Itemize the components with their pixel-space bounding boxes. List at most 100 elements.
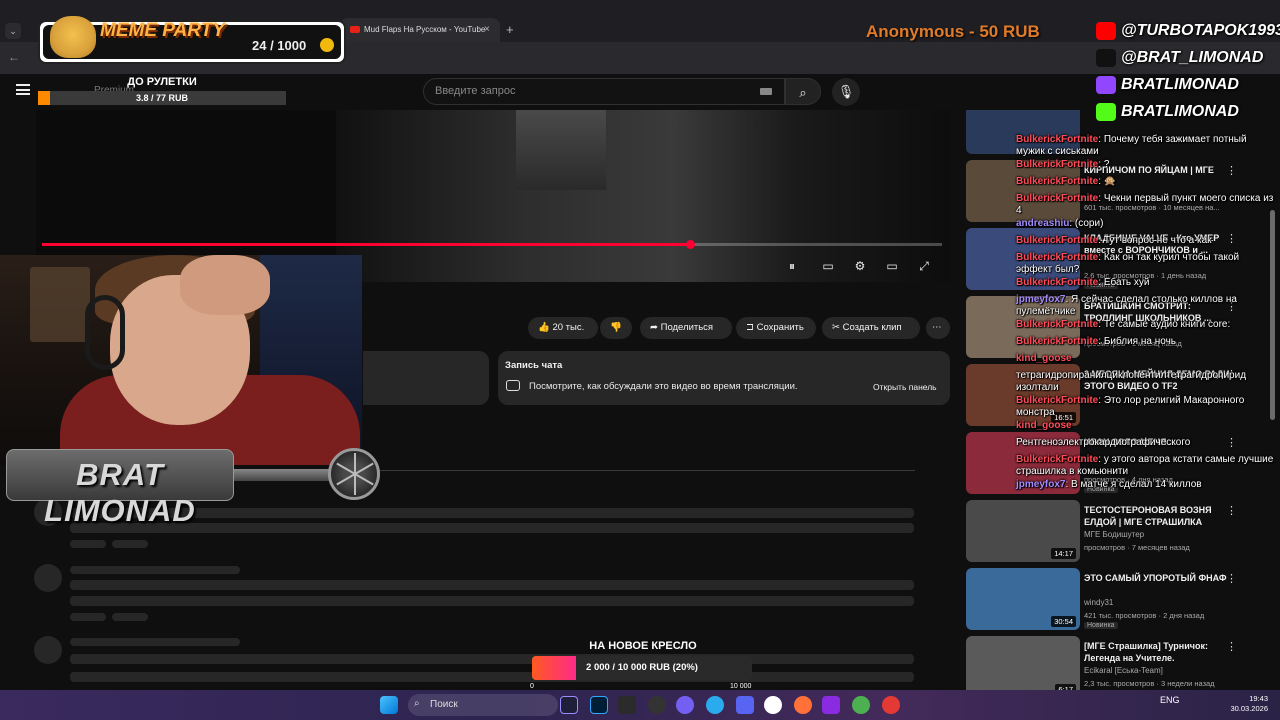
chat-message: BulkerickFortnite: Это лор религий Макар… <box>1016 395 1278 419</box>
meme-party-count: 24 / 1000 <box>252 38 307 53</box>
social-handle-label: BRATLIMONAD <box>1121 103 1239 121</box>
search-button[interactable]: ⌕ <box>785 78 821 105</box>
keyboard-icon[interactable] <box>760 88 772 95</box>
autoplay-toggle-icon[interactable]: ⏸ <box>783 258 801 274</box>
social-handle: @BRAT_LIMONAD <box>1096 49 1263 71</box>
channel-name[interactable]: windy31 <box>1084 598 1113 607</box>
video-thumbnail[interactable]: 6:17 <box>966 636 1080 690</box>
voice-search-button[interactable]: 🎙 <box>832 78 860 106</box>
tab-close-icon[interactable]: × <box>484 24 490 35</box>
open-chat-panel-button[interactable]: Открыть панель <box>873 382 937 392</box>
system-clock[interactable]: 19:43 30.03.2026 <box>1228 694 1268 714</box>
doge-icon <box>50 16 96 58</box>
chat-username: BulkerickFortnite <box>1016 235 1099 246</box>
start-button-icon[interactable] <box>380 696 398 714</box>
settings-gear-icon[interactable]: ⚙ <box>851 258 869 274</box>
video-meta: 421 тыс. просмотров · 2 дня назад <box>1084 611 1205 620</box>
streamer-webcam <box>0 255 362 465</box>
windows-taskbar: ⌕ Поиск ENG 19:43 30.03.2026 <box>0 690 1280 720</box>
new-badge: Новинка <box>1084 622 1118 629</box>
telegram-app-icon[interactable] <box>706 696 724 714</box>
bookmark-icon: ⊐ <box>746 322 757 333</box>
thumbs-down-icon: 👎 <box>610 322 622 333</box>
channel-name[interactable]: Ecikaral [Еська-Team] <box>1084 666 1163 675</box>
chat-message: BulkerickFortnite: Библия на ночь <box>1016 336 1278 348</box>
chat-username: jpmeyfox7 <box>1016 294 1066 305</box>
chat-message: BulkerickFortnite: ? <box>1016 159 1278 171</box>
comment-meta-placeholder <box>112 613 148 621</box>
comment-avatar-placeholder <box>34 636 62 664</box>
save-button[interactable]: ⊐ Сохранить <box>736 317 816 339</box>
dislike-button[interactable]: 👎 <box>600 317 632 339</box>
social-handle: @TURBOTAPOK1993 <box>1096 22 1280 44</box>
browser-tab-youtube[interactable]: Mud Flaps На Русском - YouTube <box>340 18 500 42</box>
video-title: [МГЕ Страшилка] Турничок: Легенда на Учи… <box>1084 641 1209 663</box>
social-handle-label: @BRAT_LIMONAD <box>1121 49 1264 67</box>
chat-message: BulkerickFortnite: Чекни первый пункт мо… <box>1016 193 1278 217</box>
discord-app-icon[interactable] <box>736 696 754 714</box>
social-platform-icon <box>1096 49 1116 67</box>
nameplate-bar <box>234 469 334 481</box>
save-label: Сохранить <box>756 322 804 333</box>
chrome-app-icon[interactable] <box>852 696 870 714</box>
viber-app-icon[interactable] <box>676 696 694 714</box>
chat-username: BulkerickFortnite <box>1016 134 1099 145</box>
streamer-name: BRAT LIMONAD <box>44 457 196 528</box>
new-tab-button[interactable]: + <box>506 22 514 37</box>
share-button[interactable]: ➦ Поделиться <box>640 317 732 339</box>
chat-username: jpmeyfox7 <box>1016 479 1066 490</box>
app-icon[interactable] <box>618 696 636 714</box>
goal-min: 0 <box>530 683 534 690</box>
related-video-item[interactable]: 30:54 ЭТО САМЫЙ УПОРОТЫЙ ФНАФ windy31 421 т… <box>966 566 1266 632</box>
chat-replay-description: Посмотрите, как обсуждали это видео во в… <box>529 381 798 392</box>
create-clip-button[interactable]: ✂ Создать клип <box>822 317 920 339</box>
related-video-item[interactable]: 6:17 [МГЕ Страшилка] Турничок: Легенда на… <box>966 634 1266 690</box>
streamer-nameplate: BRAT LIMONAD <box>6 449 336 528</box>
fullscreen-icon[interactable]: ⤢ <box>915 258 933 274</box>
chat-text: Ебать хуй <box>1103 277 1150 288</box>
hamburger-menu-icon[interactable] <box>16 84 30 95</box>
description-box[interactable] <box>363 351 489 405</box>
chat-message: Рентгеноэлектрокардиографического <box>1016 437 1278 449</box>
chat-username: BulkerickFortnite <box>1016 176 1099 187</box>
firefox-app-icon[interactable] <box>794 696 812 714</box>
chat-username: BulkerickFortnite <box>1016 336 1099 347</box>
chat-message: jpmeyfox7: В матче я сделал 14 киллов <box>1016 479 1278 491</box>
obs-app-icon[interactable] <box>648 696 666 714</box>
social-handle-label: @TURBOTAPOK1993 <box>1121 22 1280 40</box>
comment-meta-placeholder <box>70 613 106 621</box>
language-indicator[interactable]: ENG <box>1160 695 1180 705</box>
app-icon[interactable] <box>822 696 840 714</box>
more-actions-button[interactable]: ⋯ <box>926 317 950 339</box>
meme-party-title: MEME PARTY <box>100 20 225 41</box>
back-icon[interactable]: ← <box>8 50 20 64</box>
last-donation: Anonymous - 50 RUB <box>866 22 1040 41</box>
chat-message: BulkerickFortnite: Те самые аудио книги … <box>1016 319 1278 331</box>
photoshop-app-icon[interactable] <box>590 696 608 714</box>
like-count: 20 тыс. <box>552 322 585 333</box>
chat-message: BulkerickFortnite: у этого автора кстати… <box>1016 454 1278 478</box>
chat-username: kind_goose <box>1016 353 1072 364</box>
streamer-hand <box>180 255 270 315</box>
yandex-browser-icon[interactable] <box>764 696 782 714</box>
theater-mode-icon[interactable]: ▭ <box>883 258 901 274</box>
app-icon[interactable] <box>882 696 900 714</box>
coin-icon <box>320 38 334 52</box>
tab-title: Mud Flaps На Русском - YouTube <box>364 25 486 34</box>
chat-bubble-icon <box>506 380 520 391</box>
tab-list-dropdown[interactable]: ⌄ <box>5 23 21 39</box>
video-scrubber-handle[interactable] <box>686 240 695 249</box>
taskbar-search[interactable]: ⌕ Поиск <box>408 694 558 716</box>
search-input[interactable]: Введите запрос <box>423 78 785 105</box>
chat-username: BulkerickFortnite <box>1016 193 1099 204</box>
audition-app-icon[interactable] <box>560 696 578 714</box>
headphones-icon <box>85 295 125 370</box>
scissors-icon: ✂ <box>832 322 843 333</box>
video-thumbnail[interactable]: 30:54 <box>966 568 1080 630</box>
chat-message: kind_goose <box>1016 353 1278 365</box>
like-button[interactable]: 👍 20 тыс. <box>528 317 598 339</box>
more-options-icon[interactable]: ⋮ <box>1226 640 1237 653</box>
social-handle: BRATLIMONAD <box>1096 103 1239 125</box>
chat-username: andreashiu <box>1016 218 1070 229</box>
subtitles-icon[interactable]: ▭ <box>819 258 837 274</box>
